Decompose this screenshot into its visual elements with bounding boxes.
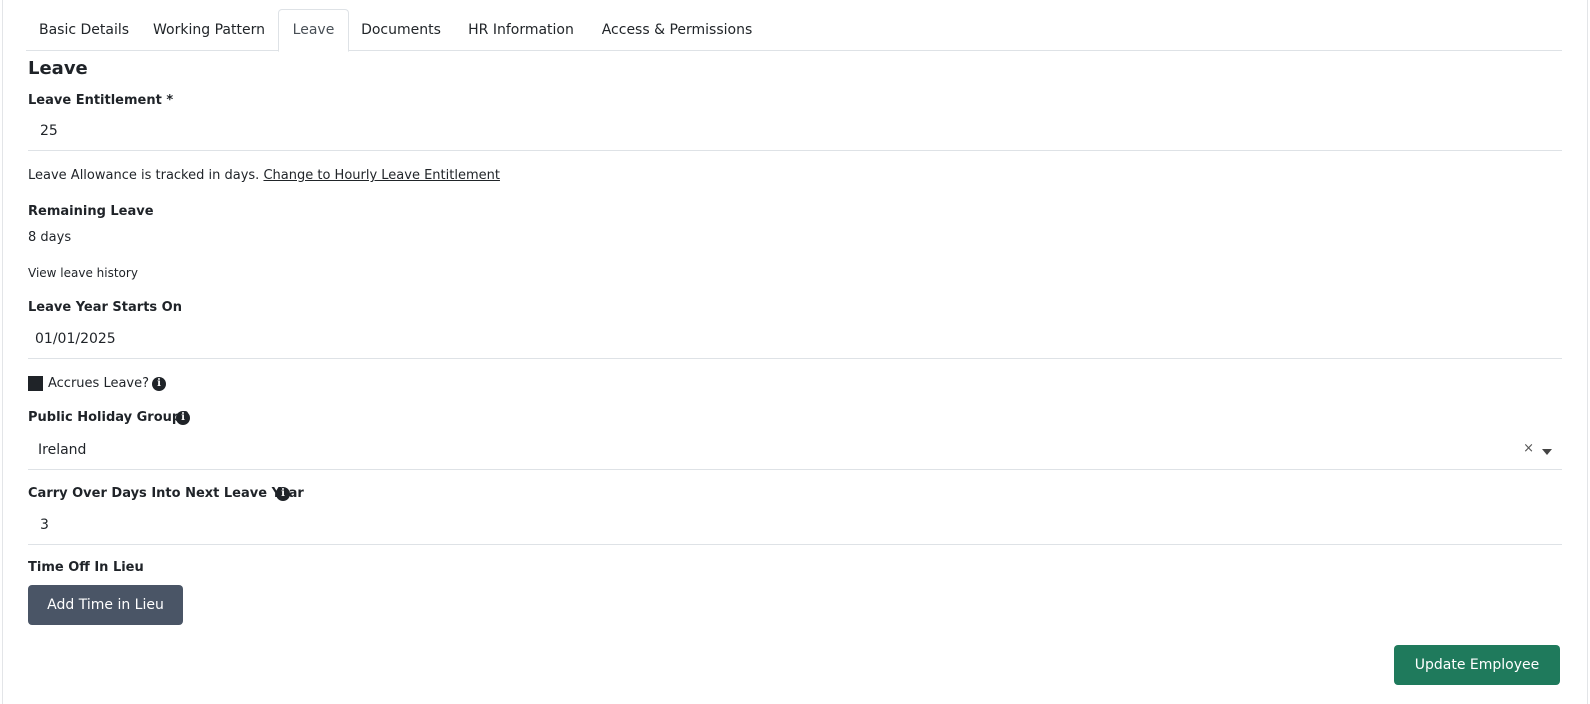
leave-year-start-label: Leave Year Starts On (28, 300, 182, 315)
public-holiday-select[interactable]: Ireland × (28, 432, 1562, 470)
chevron-down-icon[interactable] (1542, 449, 1552, 455)
remaining-leave-value: 8 days (28, 230, 72, 245)
tab-leave[interactable]: Leave (278, 9, 349, 52)
accrues-leave-checkbox[interactable] (28, 376, 43, 391)
leave-entitlement-field[interactable]: 25 (28, 113, 1562, 151)
leave-year-start-field[interactable]: 01/01/2025 (28, 321, 1562, 359)
change-to-hourly-link[interactable]: Change to Hourly Leave Entitlement (263, 168, 500, 183)
tab-bar: Basic Details Working Pattern Leave Docu… (26, 9, 1562, 52)
tab-access-permissions[interactable]: Access & Permissions (591, 9, 763, 51)
tab-documents[interactable]: Documents (351, 9, 451, 51)
tab-basic-details[interactable]: Basic Details (26, 9, 142, 51)
leave-year-start-value: 01/01/2025 (35, 331, 116, 347)
clear-icon[interactable]: × (1523, 441, 1534, 456)
carry-over-field[interactable]: 3 (28, 507, 1562, 545)
leave-entitlement-value: 25 (40, 123, 58, 139)
view-leave-history-link[interactable]: View leave history (28, 266, 138, 280)
leave-entitlement-label: Leave Entitlement * (28, 93, 174, 108)
accrues-leave-label: Accrues Leave? (48, 376, 150, 391)
section-title: Leave (28, 58, 88, 79)
remaining-leave-label: Remaining Leave (28, 204, 154, 219)
carry-over-label: Carry Over Days Into Next Leave Year (28, 486, 304, 501)
public-holiday-value: Ireland (38, 442, 87, 458)
update-employee-button[interactable]: Update Employee (1394, 645, 1560, 685)
tab-working-pattern[interactable]: Working Pattern (142, 9, 276, 51)
public-holiday-info-icon[interactable]: i (176, 411, 190, 425)
time-off-in-lieu-label: Time Off In Lieu (28, 560, 144, 575)
add-time-in-lieu-button[interactable]: Add Time in Lieu (28, 585, 183, 625)
carry-over-value: 3 (40, 517, 49, 533)
public-holiday-label: Public Holiday Group? (28, 410, 189, 425)
allowance-note-text: Leave Allowance is tracked in days. (28, 168, 264, 183)
accrues-leave-info-icon[interactable]: i (152, 377, 166, 391)
carry-over-info-icon[interactable]: i (276, 487, 290, 501)
tab-hr-information[interactable]: HR Information (451, 9, 591, 51)
allowance-note: Leave Allowance is tracked in days. Chan… (28, 168, 500, 183)
